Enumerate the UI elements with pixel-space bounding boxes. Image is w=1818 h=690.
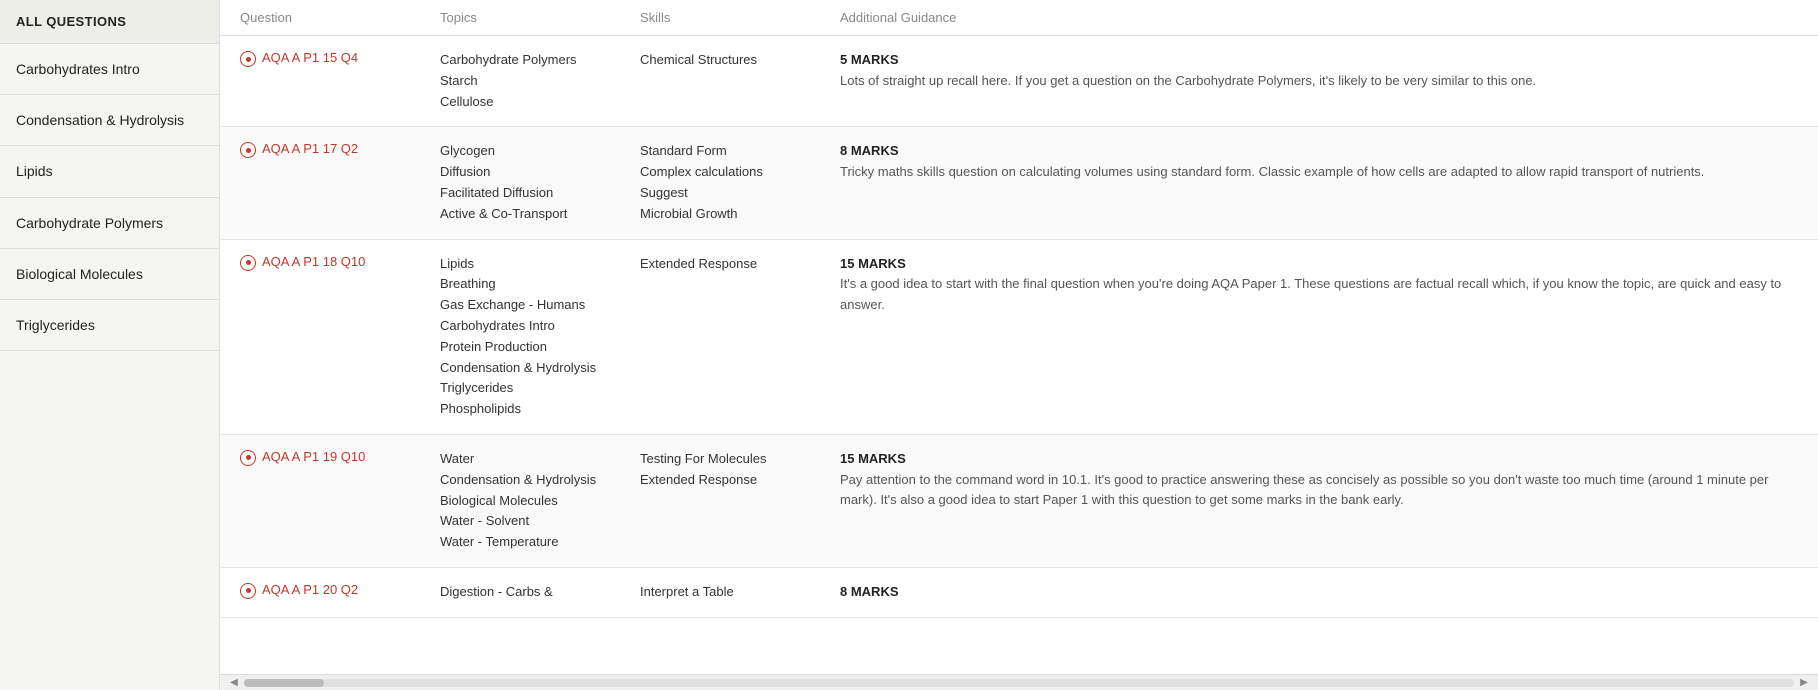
skills-cell: Interpret a Table [640,582,840,603]
topics-cell: LipidsBreathingGas Exchange - HumansCarb… [440,254,640,420]
question-link[interactable]: AQA A P1 19 Q10 [240,449,440,466]
question-link[interactable]: AQA A P1 20 Q2 [240,582,440,599]
header-topics: Topics [440,10,640,25]
question-label: AQA A P1 18 Q10 [262,254,365,269]
question-icon [240,255,256,271]
question-icon [240,450,256,466]
header-skills: Skills [640,10,840,25]
guidance-cell: 15 MARKSPay attention to the command wor… [840,449,1798,510]
main-content: Question Topics Skills Additional Guidan… [220,0,1818,690]
table-row: AQA A P1 15 Q4 Carbohydrate PolymersStarc… [220,36,1818,127]
table-row: AQA A P1 18 Q10 LipidsBreathingGas Exchan… [220,240,1818,435]
sidebar-item-carbohydrates-intro[interactable]: Carbohydrates Intro [0,44,219,95]
sidebar-item-carbohydrate-polymers[interactable]: Carbohydrate Polymers [0,198,219,249]
question-icon [240,51,256,67]
question-link[interactable]: AQA A P1 15 Q4 [240,50,440,67]
table-row: AQA A P1 17 Q2 GlycogenDiffusionFacilitat… [220,127,1818,239]
table-row: AQA A P1 20 Q2 Digestion - Carbs &Interpr… [220,568,1818,618]
guidance-text: Lots of straight up recall here. If you … [840,71,1798,91]
question-cell: AQA A P1 17 Q2 [240,141,440,158]
question-cell: AQA A P1 15 Q4 [240,50,440,67]
question-icon [240,142,256,158]
header-guidance: Additional Guidance [840,10,1798,25]
table-body: AQA A P1 15 Q4 Carbohydrate PolymersStarc… [220,36,1818,674]
topics-cell: GlycogenDiffusionFacilitated DiffusionAc… [440,141,640,224]
topics-cell: Carbohydrate PolymersStarchCellulose [440,50,640,112]
header-question: Question [240,10,440,25]
skills-cell: Chemical Structures [640,50,840,71]
question-link[interactable]: AQA A P1 17 Q2 [240,141,440,158]
question-cell: AQA A P1 20 Q2 [240,582,440,599]
marks-label: 15 MARKS [840,449,1798,470]
sidebar-item-condensation-hydrolysis[interactable]: Condensation & Hydrolysis [0,95,219,146]
question-cell: AQA A P1 18 Q10 [240,254,440,271]
guidance-cell: 5 MARKSLots of straight up recall here. … [840,50,1798,91]
skills-cell: Extended Response [640,254,840,275]
topics-cell: Digestion - Carbs & [440,582,640,603]
marks-label: 15 MARKS [840,254,1798,275]
guidance-text: Pay attention to the command word in 10.… [840,470,1798,510]
table-header: Question Topics Skills Additional Guidan… [220,0,1818,36]
question-label: AQA A P1 17 Q2 [262,141,358,156]
sidebar-item-triglycerides[interactable]: Triglycerides [0,300,219,351]
sidebar: ALL QUESTIONS Carbohydrates IntroCondens… [0,0,220,690]
question-label: AQA A P1 15 Q4 [262,50,358,65]
question-link[interactable]: AQA A P1 18 Q10 [240,254,440,271]
marks-label: 8 MARKS [840,582,1798,603]
guidance-text: It's a good idea to start with the final… [840,274,1798,314]
scrollbar-track [244,679,1794,687]
sidebar-item-lipids[interactable]: Lipids [0,146,219,197]
scroll-right-arrow[interactable]: ▶ [1794,675,1814,690]
bottom-scrollbar[interactable]: ◀ ▶ [220,674,1818,690]
guidance-cell: 15 MARKSIt's a good idea to start with t… [840,254,1798,315]
question-icon [240,583,256,599]
sidebar-all-questions[interactable]: ALL QUESTIONS [0,0,219,44]
guidance-cell: 8 MARKSTricky maths skills question on c… [840,141,1798,182]
guidance-text: Tricky maths skills question on calculat… [840,162,1798,182]
scroll-left-arrow[interactable]: ◀ [224,675,244,690]
marks-label: 8 MARKS [840,141,1798,162]
guidance-cell: 8 MARKS [840,582,1798,603]
question-label: AQA A P1 19 Q10 [262,449,365,464]
marks-label: 5 MARKS [840,50,1798,71]
scrollbar-thumb[interactable] [244,679,324,687]
table-row: AQA A P1 19 Q10 WaterCondensation & Hydro… [220,435,1818,568]
skills-cell: Testing For MoleculesExtended Response [640,449,840,491]
skills-cell: Standard FormComplex calculationsSuggest… [640,141,840,224]
question-label: AQA A P1 20 Q2 [262,582,358,597]
topics-cell: WaterCondensation & HydrolysisBiological… [440,449,640,553]
question-cell: AQA A P1 19 Q10 [240,449,440,466]
sidebar-item-biological-molecules[interactable]: Biological Molecules [0,249,219,300]
